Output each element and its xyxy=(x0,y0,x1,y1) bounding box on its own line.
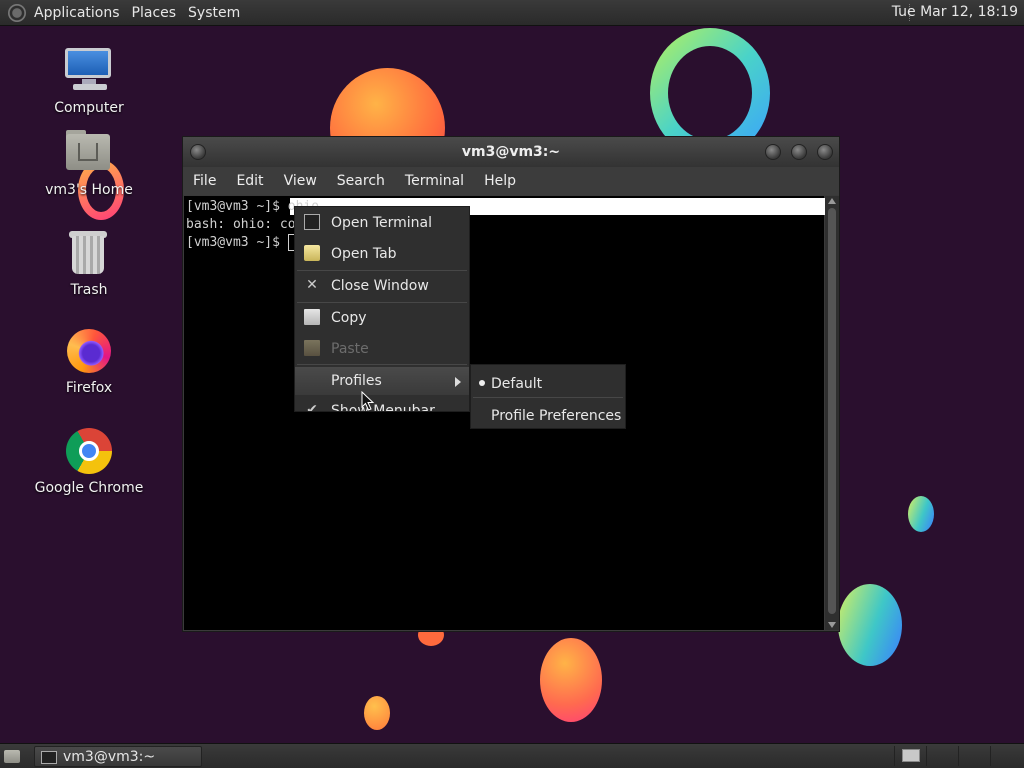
checkmark-icon: ✔ xyxy=(306,402,318,412)
menu-item-label: Profiles xyxy=(331,373,382,389)
menu-item-label: Copy xyxy=(331,310,367,326)
profiles-submenu: Default Profile Preferences xyxy=(470,364,626,429)
terminal-icon xyxy=(304,214,320,230)
scroll-up-icon[interactable] xyxy=(828,198,836,204)
submenu-item-default[interactable]: Default xyxy=(471,367,625,397)
workspace-2[interactable] xyxy=(926,746,957,766)
desktop-icon-label: Trash xyxy=(70,282,108,298)
menu-item-label: Open Terminal xyxy=(331,215,433,231)
desktop-icon-firefox[interactable]: Firefox xyxy=(34,326,144,396)
desktop-icon-trash[interactable]: Trash xyxy=(34,228,144,298)
context-menu: Open Terminal Open Tab ✕ Close Window Co… xyxy=(294,206,470,412)
menu-item-profiles[interactable]: Profiles xyxy=(295,367,469,395)
menu-item-label: Close Window xyxy=(331,278,429,294)
desktop-icon-label: Google Chrome xyxy=(34,480,144,496)
menu-separator xyxy=(297,302,467,303)
menu-item-label: Show Menubar xyxy=(331,403,435,412)
menu-view[interactable]: View xyxy=(274,173,327,189)
desktop-icon-computer[interactable]: Computer xyxy=(34,46,144,116)
submenu-item-profile-preferences[interactable]: Profile Preferences xyxy=(471,399,625,429)
maximize-button[interactable] xyxy=(791,144,807,160)
submenu-arrow-icon xyxy=(455,377,461,387)
radio-selected-icon xyxy=(479,380,485,386)
taskbar-label: vm3@vm3:~ xyxy=(63,749,156,765)
copy-icon xyxy=(304,309,320,325)
scrollbar-thumb[interactable] xyxy=(828,208,836,614)
terminal-line: bash: ohio: co xyxy=(186,217,296,232)
trash-icon xyxy=(64,228,114,278)
menu-item-label: Open Tab xyxy=(331,246,397,262)
terminal-menubar: File Edit View Search Terminal Help xyxy=(183,167,839,195)
scrollbar[interactable] xyxy=(825,196,839,630)
wallpaper-bubble xyxy=(364,696,390,730)
menu-item-close-window[interactable]: ✕ Close Window xyxy=(295,272,469,300)
menu-terminal[interactable]: Terminal xyxy=(395,173,474,189)
menu-search[interactable]: Search xyxy=(327,173,395,189)
taskbar-button-terminal[interactable]: vm3@vm3:~ xyxy=(34,746,202,767)
menu-separator xyxy=(297,270,467,271)
workspace-1[interactable] xyxy=(894,746,925,766)
chrome-icon xyxy=(64,426,114,476)
title-bar[interactable]: vm3@vm3:~ xyxy=(183,137,839,167)
menu-item-label: Profile Preferences xyxy=(491,408,622,424)
wallpaper-bubble xyxy=(540,638,602,722)
menu-item-label: Default xyxy=(491,376,543,392)
wallpaper-bubble xyxy=(838,584,902,666)
desktop-icon-home[interactable]: vm3's Home xyxy=(34,128,144,198)
desktop: Applications Places System Tue Mar 12, 1… xyxy=(0,0,1024,768)
clock[interactable]: Tue Mar 12, 18:19 xyxy=(892,4,1018,20)
firefox-icon xyxy=(64,326,114,376)
paste-icon xyxy=(304,340,320,356)
menu-item-copy[interactable]: Copy xyxy=(295,304,469,332)
close-icon: ✕ xyxy=(306,277,318,293)
terminal-icon xyxy=(41,751,57,764)
menu-edit[interactable]: Edit xyxy=(226,173,273,189)
menu-item-show-menubar[interactable]: ✔ Show Menubar xyxy=(295,397,469,412)
places-menu[interactable]: Places xyxy=(132,5,186,21)
bottom-panel: vm3@vm3:~ xyxy=(0,743,1024,768)
system-menu[interactable]: System xyxy=(188,5,249,21)
workspace-4[interactable] xyxy=(990,746,1021,766)
desktop-icon-label: Firefox xyxy=(65,380,113,396)
menu-item-label: Paste xyxy=(331,341,369,357)
distro-logo-icon[interactable] xyxy=(8,3,26,22)
new-tab-icon xyxy=(304,245,320,261)
terminal-line: [vm3@vm3 ~]$ xyxy=(186,235,288,250)
show-desktop-icon[interactable] xyxy=(4,750,20,763)
computer-icon xyxy=(64,46,114,96)
workspace-3[interactable] xyxy=(958,746,989,766)
menu-item-open-terminal[interactable]: Open Terminal xyxy=(295,209,469,237)
menu-help[interactable]: Help xyxy=(474,173,526,189)
desktop-icon-label: Computer xyxy=(54,100,124,116)
scroll-down-icon[interactable] xyxy=(828,622,836,628)
desktop-icon-chrome[interactable]: Google Chrome xyxy=(34,426,144,496)
minimize-button[interactable] xyxy=(765,144,781,160)
close-button[interactable] xyxy=(817,144,833,160)
menu-separator xyxy=(473,397,623,398)
menu-item-open-tab[interactable]: Open Tab xyxy=(295,240,469,268)
menu-item-paste: Paste xyxy=(295,335,469,363)
menu-file[interactable]: File xyxy=(183,173,226,189)
desktop-icon-label: vm3's Home xyxy=(45,182,133,198)
wallpaper-bubble xyxy=(908,496,934,532)
window-title: vm3@vm3:~ xyxy=(461,144,561,160)
home-folder-icon xyxy=(64,128,114,178)
applications-menu[interactable]: Applications xyxy=(34,5,129,21)
menu-separator xyxy=(297,364,467,365)
top-panel: Applications Places System Tue Mar 12, 1… xyxy=(0,0,1024,26)
